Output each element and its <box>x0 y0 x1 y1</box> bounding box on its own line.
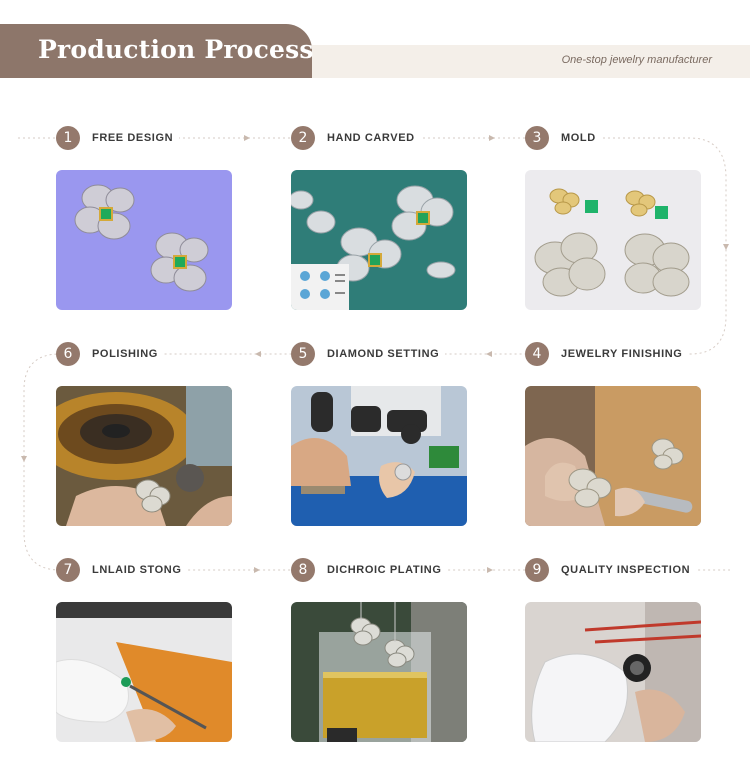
step-8-header: 8 DICHROIC PLATING <box>291 558 448 582</box>
step-label: FREE DESIGN <box>92 132 174 144</box>
step-number-badge: 3 <box>525 126 549 150</box>
step-number-badge: 5 <box>291 342 315 366</box>
step-5-photo <box>291 386 467 526</box>
step-3-header: 3 MOLD <box>525 126 602 150</box>
page-title: Production Process <box>38 35 314 64</box>
step-number-badge: 8 <box>291 558 315 582</box>
step-number-badge: 2 <box>291 126 315 150</box>
page-subtitle: One-stop jewelry manufacturer <box>561 54 712 66</box>
step-9-photo <box>525 602 701 742</box>
step-6-header: 6 POLISHING <box>56 342 164 366</box>
step-label: JEWELRY FINISHING <box>561 348 683 360</box>
step-2-header: 2 HAND CARVED <box>291 126 421 150</box>
step-2-photo <box>291 170 467 310</box>
step-number-badge: 6 <box>56 342 80 366</box>
step-label: DIAMOND SETTING <box>327 348 440 360</box>
step-1-header: 1 FREE DESIGN <box>56 126 180 150</box>
step-7-header: 7 LNLAID STONG <box>56 558 188 582</box>
step-7-photo <box>56 602 232 742</box>
step-label: HAND CARVED <box>327 132 415 144</box>
step-9-header: 9 QUALITY INSPECTION <box>525 558 697 582</box>
step-number-badge: 1 <box>56 126 80 150</box>
step-number-badge: 9 <box>525 558 549 582</box>
step-number-badge: 7 <box>56 558 80 582</box>
step-label: POLISHING <box>92 348 158 360</box>
step-label: QUALITY INSPECTION <box>561 564 691 576</box>
step-label: DICHROIC PLATING <box>327 564 442 576</box>
step-number-badge: 4 <box>525 342 549 366</box>
step-1-photo <box>56 170 232 310</box>
step-5-header: 5 DIAMOND SETTING <box>291 342 446 366</box>
step-3-photo <box>525 170 701 310</box>
step-8-photo <box>291 602 467 742</box>
step-4-header: 4 JEWELRY FINISHING <box>525 342 689 366</box>
step-label: LNLAID STONG <box>92 564 182 576</box>
step-6-photo <box>56 386 232 526</box>
step-label: MOLD <box>561 132 596 144</box>
step-4-photo <box>525 386 701 526</box>
